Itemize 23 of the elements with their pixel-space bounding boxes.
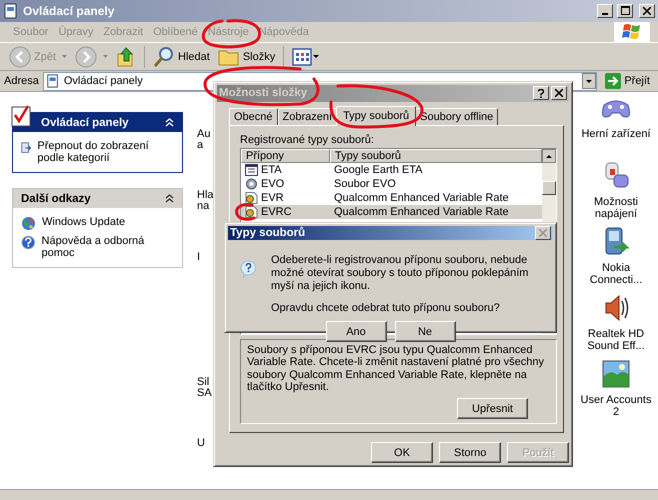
window-title: Ovládací panely — [23, 4, 114, 18]
icon-label: I — [197, 252, 200, 264]
dialog-title: Možnosti složky — [219, 87, 308, 100]
panel-title: Ovládací panely — [41, 116, 129, 129]
table-cell-text: Soubor EVO — [333, 178, 397, 190]
icon-label: U — [197, 438, 205, 450]
table-cell: EVR — [261, 192, 284, 204]
message-text: Odeberete-li registrovanou příponu souboru, nebude možné otevírat soubory s touto příponou poklepáním myší na jejich ikonu. — [271, 254, 530, 293]
icon-label: Hla na — [197, 190, 214, 212]
icon-label: Au a — [197, 129, 210, 152]
dialog-title: Typy souborů — [230, 227, 306, 239]
table-cell-text: Google Earth ETA — [333, 164, 424, 176]
table-cell: EVO — [261, 178, 284, 190]
icon-label: Sil SA — [197, 377, 212, 400]
address-label: Adresa — [4, 75, 39, 88]
question-text: Opravdu chcete odebrat tuto příponu souboru? — [271, 302, 501, 315]
table-cell: EVRC — [261, 206, 292, 218]
description-text: Soubory s příponou EVRC jsou typu Qualcomm Enhanced Variable Rate. Chcete-li změnit nastavení platné pro všechny soubory Qualcomm Enhanced Variable Rate, klepněte na tlačítko Upřesnit. — [247, 344, 545, 394]
table-cell: ETA — [261, 164, 282, 176]
table-cell-text: Qualcomm Enhanced Variable Rate — [333, 206, 510, 218]
panel-title: Další odkazy — [21, 192, 91, 205]
table-cell-text: Qualcomm Enhanced Variable Rate — [333, 192, 510, 204]
list-label: Registrované typy souborů: — [240, 134, 375, 146]
